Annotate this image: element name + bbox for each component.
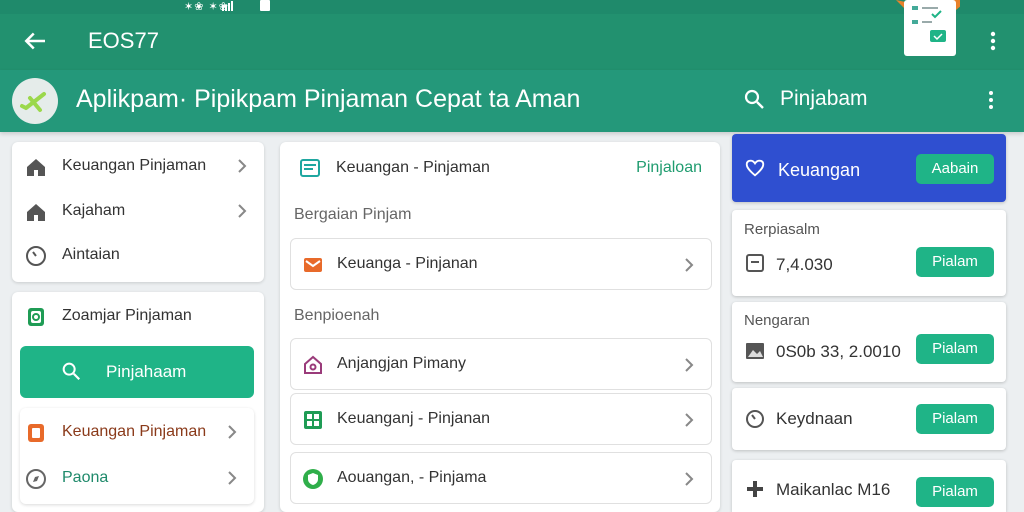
document-icon	[28, 424, 44, 442]
left-sub-card: Keuangan Pinjaman Paona	[20, 408, 254, 504]
section-label-1: Bergaian Pinjam	[294, 206, 412, 223]
chevron-right-icon	[685, 413, 694, 427]
clock-icon	[746, 410, 764, 428]
shield-icon	[303, 469, 323, 489]
menu-item-kajaham[interactable]: Kajaham	[12, 189, 264, 233]
status-bar: ✶❀ ✶❀	[0, 0, 1024, 14]
section-title-row: Zoamjar Pinjaman	[12, 294, 264, 338]
home-outline-icon	[304, 355, 322, 374]
card-value: Keydnaan	[776, 409, 853, 428]
plane-icon	[20, 92, 46, 112]
keuangan-top-card[interactable]: Keuangan Aabain	[732, 134, 1006, 202]
top-card-button[interactable]: Aabain	[916, 154, 994, 184]
document-icon	[28, 308, 44, 326]
section-label-2: Benpioenah	[294, 307, 380, 324]
banner-icon	[300, 159, 320, 177]
plus-icon	[747, 481, 763, 497]
card-value: 7,4.030	[776, 255, 833, 274]
card-title: Rerpiasalm	[744, 221, 820, 238]
mail-icon	[304, 258, 322, 272]
search-pinjaman-button[interactable]: Pinjahaam	[20, 346, 254, 398]
search-icon[interactable]	[742, 87, 766, 111]
list-item[interactable]: Anjangjan Pimany	[290, 338, 712, 390]
list-item-label: Aouangan, - Pinjama	[337, 469, 487, 486]
back-arrow-icon[interactable]	[20, 26, 50, 56]
square-icon	[746, 254, 764, 272]
sub-item-label: Keuangan Pinjaman	[62, 423, 207, 440]
card-action-button[interactable]: Pialam	[916, 404, 994, 434]
toolbar-title: EOS77	[88, 28, 159, 53]
chevron-right-icon	[685, 472, 694, 486]
info-card: Nengaran 0S0b 33, 2.0010 Pialam	[732, 302, 1006, 382]
list-item[interactable]: Keuanganj - Pinjanan	[290, 393, 712, 445]
card-action-button[interactable]: Pialam	[916, 477, 994, 507]
chevron-right-icon	[685, 258, 694, 272]
chevron-right-icon	[238, 204, 247, 218]
compass-icon	[26, 469, 46, 489]
app-title: Aplikpam· Pipikpam Pinjaman Cepat ta Ama…	[76, 85, 581, 113]
sub-item-label: Paona	[62, 469, 109, 486]
search-icon	[62, 362, 81, 381]
signal-icon	[222, 1, 233, 11]
search-label[interactable]: Pinjabam	[780, 87, 868, 111]
home-icon	[27, 159, 45, 176]
grid-icon	[304, 411, 322, 429]
left-menu-card: Keuangan Pinjaman Kajaham Aintaian	[12, 142, 264, 282]
menu-item-label: Kajaham	[62, 202, 126, 219]
section-title: Zoamjar Pinjaman	[62, 307, 192, 324]
app-header: Aplikpam· Pipikpam Pinjaman Cepat ta Ama…	[0, 70, 1024, 132]
card-title: Nengaran	[744, 312, 810, 329]
chevron-right-icon	[228, 425, 237, 439]
overflow-menu-icon[interactable]	[980, 86, 1002, 114]
menu-item-aintaian[interactable]: Aintaian	[12, 233, 264, 277]
list-item[interactable]: Aouangan, - Pinjama	[290, 452, 712, 504]
menu-item-keuangan[interactable]: Keuangan Pinjaman	[12, 144, 264, 188]
clock-icon	[26, 246, 46, 266]
search-button-label: Pinjahaam	[106, 362, 187, 381]
battery-icon	[260, 0, 270, 11]
list-item-label: Keuanga - Pinjanan	[337, 255, 478, 272]
card-value: Maikanlac M16	[776, 480, 891, 499]
top-toolbar: EOS77	[0, 0, 1024, 70]
image-icon	[746, 343, 764, 359]
info-card: Rerpiasalm 7,4.030 Pialam	[732, 210, 1006, 296]
chevron-right-icon	[685, 358, 694, 372]
list-item-label: Anjangjan Pimany	[337, 355, 466, 372]
info-card: Maikanlac M16 Pialam	[732, 460, 1006, 512]
menu-item-label: Keuangan Pinjaman	[62, 157, 207, 174]
list-item-label: Keuanganj - Pinjanan	[337, 410, 491, 427]
chevron-right-icon	[228, 471, 237, 485]
chevron-right-icon	[238, 159, 247, 173]
home-icon	[27, 204, 45, 221]
app-logo	[12, 78, 58, 124]
middle-header-link[interactable]: Pinjaloan	[636, 159, 702, 177]
sub-item-paona[interactable]: Paona	[12, 456, 254, 500]
sub-item-keuangan[interactable]: Keuangan Pinjaman	[12, 410, 254, 454]
card-action-button[interactable]: Pialam	[916, 247, 994, 277]
card-action-button[interactable]: Pialam	[916, 334, 994, 364]
list-item[interactable]: Keuanga - Pinjanan	[290, 238, 712, 290]
middle-header-title: Keuangan - Pinjaman	[336, 159, 490, 176]
heart-icon	[745, 159, 765, 177]
menu-item-label: Aintaian	[62, 246, 120, 263]
clipboard-checklist-icon	[896, 0, 960, 56]
top-card-label: Keuangan	[778, 160, 861, 180]
info-card: Keydnaan Pialam	[732, 388, 1006, 450]
overflow-menu-icon[interactable]	[982, 26, 1004, 56]
card-value: 0S0b 33, 2.0010	[776, 342, 901, 361]
